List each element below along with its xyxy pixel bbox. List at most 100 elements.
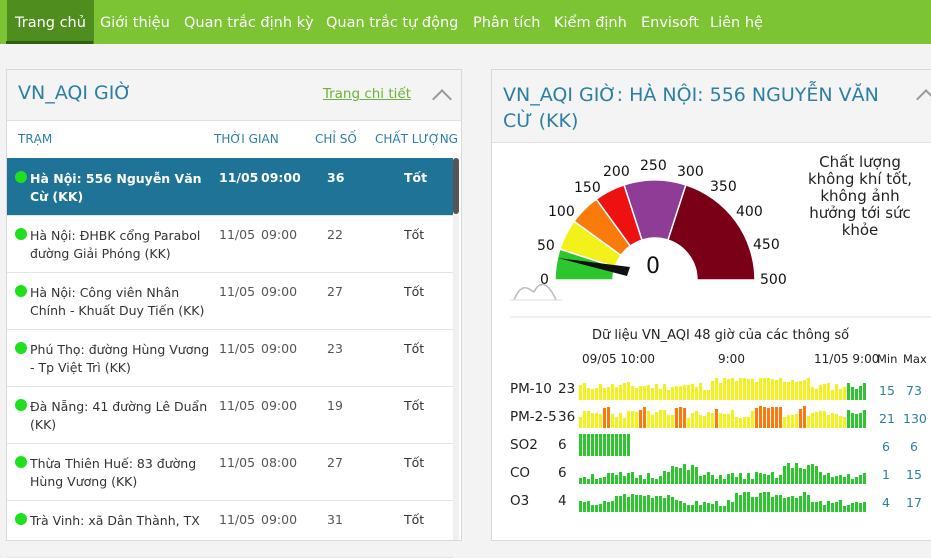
- history-bar: [771, 472, 774, 484]
- history-bar: [627, 497, 630, 512]
- history-bar: [779, 475, 782, 484]
- station-name: Hà Nội: 556 Nguyễn Văn Cừ (KK): [30, 171, 202, 204]
- history-bar: [819, 472, 822, 484]
- history-bar: [851, 387, 854, 400]
- history-bar: [671, 415, 674, 428]
- history-bar: [651, 388, 654, 400]
- history-bar: [659, 389, 662, 400]
- history-bar: [727, 500, 730, 512]
- nav-periodic-monitoring[interactable]: Quan trắc định kỳ: [176, 0, 322, 44]
- chevron-up-icon[interactable]: [916, 89, 931, 109]
- table-row[interactable]: Hà Nội: Công viên Nhân Chính - Khuất Duy…: [7, 272, 453, 330]
- history-bar: [607, 387, 610, 400]
- nav-inspection[interactable]: Kiểm định: [546, 0, 635, 44]
- history-bar: [611, 384, 614, 400]
- history-bar: [583, 477, 586, 484]
- history-bar: [743, 492, 746, 512]
- history-bar: [635, 388, 638, 400]
- history-bar: [699, 476, 702, 484]
- history-bar: [807, 416, 810, 428]
- nav-contact[interactable]: Liên hệ: [702, 0, 771, 44]
- history-bar: [627, 434, 630, 456]
- param-value-so2: 6: [558, 437, 567, 453]
- table-row[interactable]: Phú Thọ: đường Hùng Vương - Tp Việt Trì …: [7, 329, 453, 387]
- axis-label-mid: 9:00: [718, 352, 745, 366]
- nav-home[interactable]: Trang chủ: [7, 0, 94, 44]
- table-row[interactable]: Hà Nội: 556 Nguyễn Văn Cừ (KK) 11/05 09:…: [7, 158, 453, 216]
- history-bar: [779, 378, 782, 400]
- history-bar: [731, 502, 734, 512]
- row-date: 11/05: [219, 227, 256, 242]
- nav-auto-monitoring[interactable]: Quan trắc tự động: [318, 0, 466, 44]
- gauge-tick-500: 500: [760, 272, 787, 288]
- param-name-o3: O3: [510, 493, 530, 509]
- history-bar: [711, 381, 714, 400]
- history-bar: [863, 502, 866, 512]
- history-bar: [675, 386, 678, 400]
- history-bar: [715, 501, 718, 512]
- history-bar: [795, 463, 798, 484]
- history-bar: [739, 473, 742, 484]
- history-bar: [747, 492, 750, 512]
- row-time: 09:00: [261, 227, 298, 242]
- history-bar: [699, 415, 702, 428]
- panel-title: VN_AQI GIỜ: HÀ NỘI: 556 NGUYỄN VĂN CỪ (K…: [503, 84, 879, 132]
- history-bar: [715, 479, 718, 484]
- history-bar: [755, 408, 758, 428]
- param-min-co: 1: [882, 467, 890, 482]
- history-bar: [747, 473, 750, 484]
- table-row[interactable]: Trà Vinh: xã Dân Thành, TX 11/05 09:00 3…: [7, 500, 453, 558]
- history-bar: [623, 476, 626, 484]
- history-bar: [751, 479, 754, 484]
- station-name: Hà Nội: ĐHBK cổng Parabol đường Giải Phó…: [30, 228, 201, 261]
- table-row[interactable]: Đà Nẵng: 41 đường Lê Duẩn (KK) 11/05 09:…: [7, 386, 453, 444]
- table-row[interactable]: Thừa Thiên Huế: 83 đường Hùng Vương (KK)…: [7, 443, 453, 501]
- table-row[interactable]: Hà Nội: ĐHBK cổng Parabol đường Giải Phó…: [7, 215, 453, 273]
- history-bar: [755, 472, 758, 484]
- history-bar: [795, 498, 798, 512]
- history-bar: [827, 383, 830, 400]
- pm10-sparkline: [579, 376, 869, 400]
- history-bar: [743, 417, 746, 428]
- chevron-up-icon[interactable]: [432, 89, 452, 109]
- col-header-station: TRẠM: [18, 132, 53, 146]
- history-bar: [811, 502, 814, 512]
- nav-analysis[interactable]: Phân tích: [465, 0, 549, 44]
- history-bar: [791, 496, 794, 512]
- history-bar: [707, 503, 710, 512]
- history-bar: [719, 475, 722, 484]
- history-bar: [735, 417, 738, 428]
- history-bar: [671, 466, 674, 484]
- row-time: 09:00: [261, 284, 298, 299]
- history-bar: [683, 385, 686, 400]
- history-bar: [663, 384, 666, 400]
- nav-about[interactable]: Giới thiệu: [92, 0, 178, 44]
- history-bar: [759, 473, 762, 484]
- history-bar: [587, 479, 590, 484]
- history-bar: [591, 434, 594, 456]
- history-bar: [679, 386, 682, 400]
- scrollbar-track[interactable]: [453, 158, 459, 540]
- scrollbar-thumb[interactable]: [453, 158, 459, 214]
- history-bar: [631, 386, 634, 400]
- history-bar: [787, 497, 790, 512]
- param-max-o3: 17: [906, 495, 922, 510]
- min-header: Min: [877, 352, 898, 366]
- history-bar: [623, 383, 626, 400]
- nav-envisoft[interactable]: Envisoft: [633, 0, 707, 44]
- gauge-tick-0: 0: [540, 272, 549, 288]
- history-bar: [599, 434, 602, 456]
- detail-link[interactable]: Trang chi tiết: [323, 86, 411, 102]
- gauge-value: 0: [646, 254, 660, 279]
- history-bar: [799, 468, 802, 484]
- history-bar: [643, 479, 646, 484]
- history-bar: [703, 475, 706, 484]
- history-bar: [715, 409, 718, 428]
- history-bar: [851, 503, 854, 512]
- history-bar: [839, 389, 842, 400]
- param-value-co: 6: [558, 465, 567, 481]
- max-header: Max: [903, 352, 927, 366]
- history-bar: [839, 475, 842, 484]
- history-bar: [663, 498, 666, 512]
- top-navigation: Trang chủ Giới thiệu Quan trắc định kỳ Q…: [0, 0, 931, 44]
